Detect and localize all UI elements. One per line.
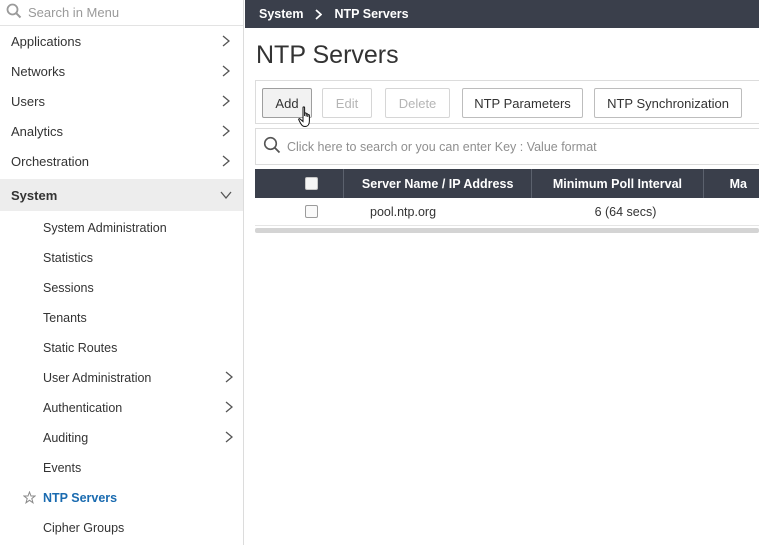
sub-item-label: Statistics (43, 251, 94, 265)
breadcrumb-current: NTP Servers (334, 7, 409, 21)
nav-item-label: Users (11, 93, 45, 109)
sub-item-static-routes[interactable]: Static Routes (0, 333, 243, 363)
sub-item-label: Authentication (43, 401, 123, 415)
page-title: NTP Servers (256, 41, 399, 69)
chevron-right-icon (219, 34, 233, 48)
sub-item-tenants[interactable]: Tenants (0, 303, 243, 333)
breadcrumb-root[interactable]: System (259, 7, 303, 21)
chevron-right-icon (219, 124, 233, 138)
sub-item-label: Cipher Groups (43, 521, 125, 535)
chevron-right-icon (225, 431, 234, 446)
table-row[interactable]: pool.ntp.org 6 (64 secs) (255, 198, 759, 226)
menu-search-placeholder: Search in Menu (28, 5, 120, 20)
nav-item-label: Orchestration (11, 153, 90, 169)
delete-button[interactable]: Delete (385, 88, 450, 118)
chevron-right-icon (219, 64, 233, 78)
sub-item-auditing[interactable]: Auditing (0, 423, 243, 453)
nav-item-orchestration[interactable]: Orchestration (0, 146, 243, 176)
star-icon[interactable] (22, 490, 37, 507)
sub-item-label: System Administration (43, 221, 167, 235)
sub-item-label: User Administration (43, 371, 152, 385)
breadcrumb-separator-icon (315, 8, 323, 20)
nav-item-users[interactable]: Users (0, 86, 243, 116)
sub-item-authentication[interactable]: Authentication (0, 393, 243, 423)
chevron-right-icon (225, 371, 234, 386)
nav-item-applications[interactable]: Applications (0, 26, 243, 56)
chevron-right-icon (225, 401, 234, 416)
main-content: NTP Servers Add Edit Delete NTP Paramete… (245, 28, 759, 545)
sub-item-label: Events (43, 461, 82, 475)
row-select-cell (255, 198, 346, 226)
sub-item-events[interactable]: Events (0, 453, 243, 483)
ntp-parameters-button[interactable]: NTP Parameters (462, 88, 583, 118)
sub-item-ntp-servers[interactable]: NTP Servers (0, 483, 243, 513)
nav-item-label: Networks (11, 63, 66, 79)
chevron-down-icon (219, 188, 233, 202)
column-header-min-poll[interactable]: Minimum Poll Interval (532, 169, 704, 198)
table-search-input[interactable]: Click here to search or you can enter Ke… (255, 128, 759, 165)
table-search-placeholder: Click here to search or you can enter Ke… (287, 139, 597, 154)
sub-item-label: Sessions (43, 281, 94, 295)
breadcrumb: System NTP Servers (245, 0, 759, 28)
sub-item-label: Static Routes (43, 341, 118, 355)
table-header: Server Name / IP Address Minimum Poll In… (255, 169, 759, 198)
sub-item-user-administration[interactable]: User Administration (0, 363, 243, 393)
select-all-checkbox[interactable] (305, 177, 318, 190)
column-header-server[interactable]: Server Name / IP Address (344, 169, 533, 198)
cell-server: pool.ntp.org (370, 204, 437, 219)
sub-item-label: Auditing (43, 431, 89, 445)
action-toolbar: Add Edit Delete NTP Parameters NTP Synch… (255, 80, 759, 124)
sub-item-sessions[interactable]: Sessions (0, 273, 243, 303)
sub-item-statistics[interactable]: Statistics (0, 243, 243, 273)
header-select-all (255, 169, 345, 198)
ntp-servers-table: Server Name / IP Address Minimum Poll In… (255, 169, 759, 233)
chevron-right-icon (219, 154, 233, 168)
nav-item-label: Analytics (11, 123, 64, 139)
row-checkbox[interactable] (305, 205, 318, 218)
nav-item-analytics[interactable]: Analytics (0, 116, 243, 146)
chevron-right-icon (219, 94, 233, 108)
search-icon (263, 136, 287, 157)
cell-min-poll: 6 (64 secs) (594, 204, 657, 219)
nav-item-label: System (11, 187, 58, 203)
edit-button[interactable]: Edit (322, 88, 372, 118)
ntp-synchronization-button[interactable]: NTP Synchronization (594, 88, 742, 118)
horizontal-scrollbar[interactable] (255, 228, 759, 233)
nav-item-system[interactable]: System (0, 179, 243, 211)
nav-item-networks[interactable]: Networks (0, 56, 243, 86)
column-header-max-poll[interactable]: Ma (704, 169, 759, 198)
sub-item-system-administration[interactable]: System Administration (0, 213, 243, 243)
sub-item-label: Tenants (43, 311, 87, 325)
sub-item-label: NTP Servers (43, 491, 118, 505)
sidebar: Search in Menu Applications Networks Use… (0, 0, 244, 545)
nav-item-label: Applications (11, 33, 82, 49)
search-icon (6, 3, 28, 22)
menu-search[interactable]: Search in Menu (0, 0, 243, 26)
sub-item-cipher-groups[interactable]: Cipher Groups (0, 513, 243, 543)
